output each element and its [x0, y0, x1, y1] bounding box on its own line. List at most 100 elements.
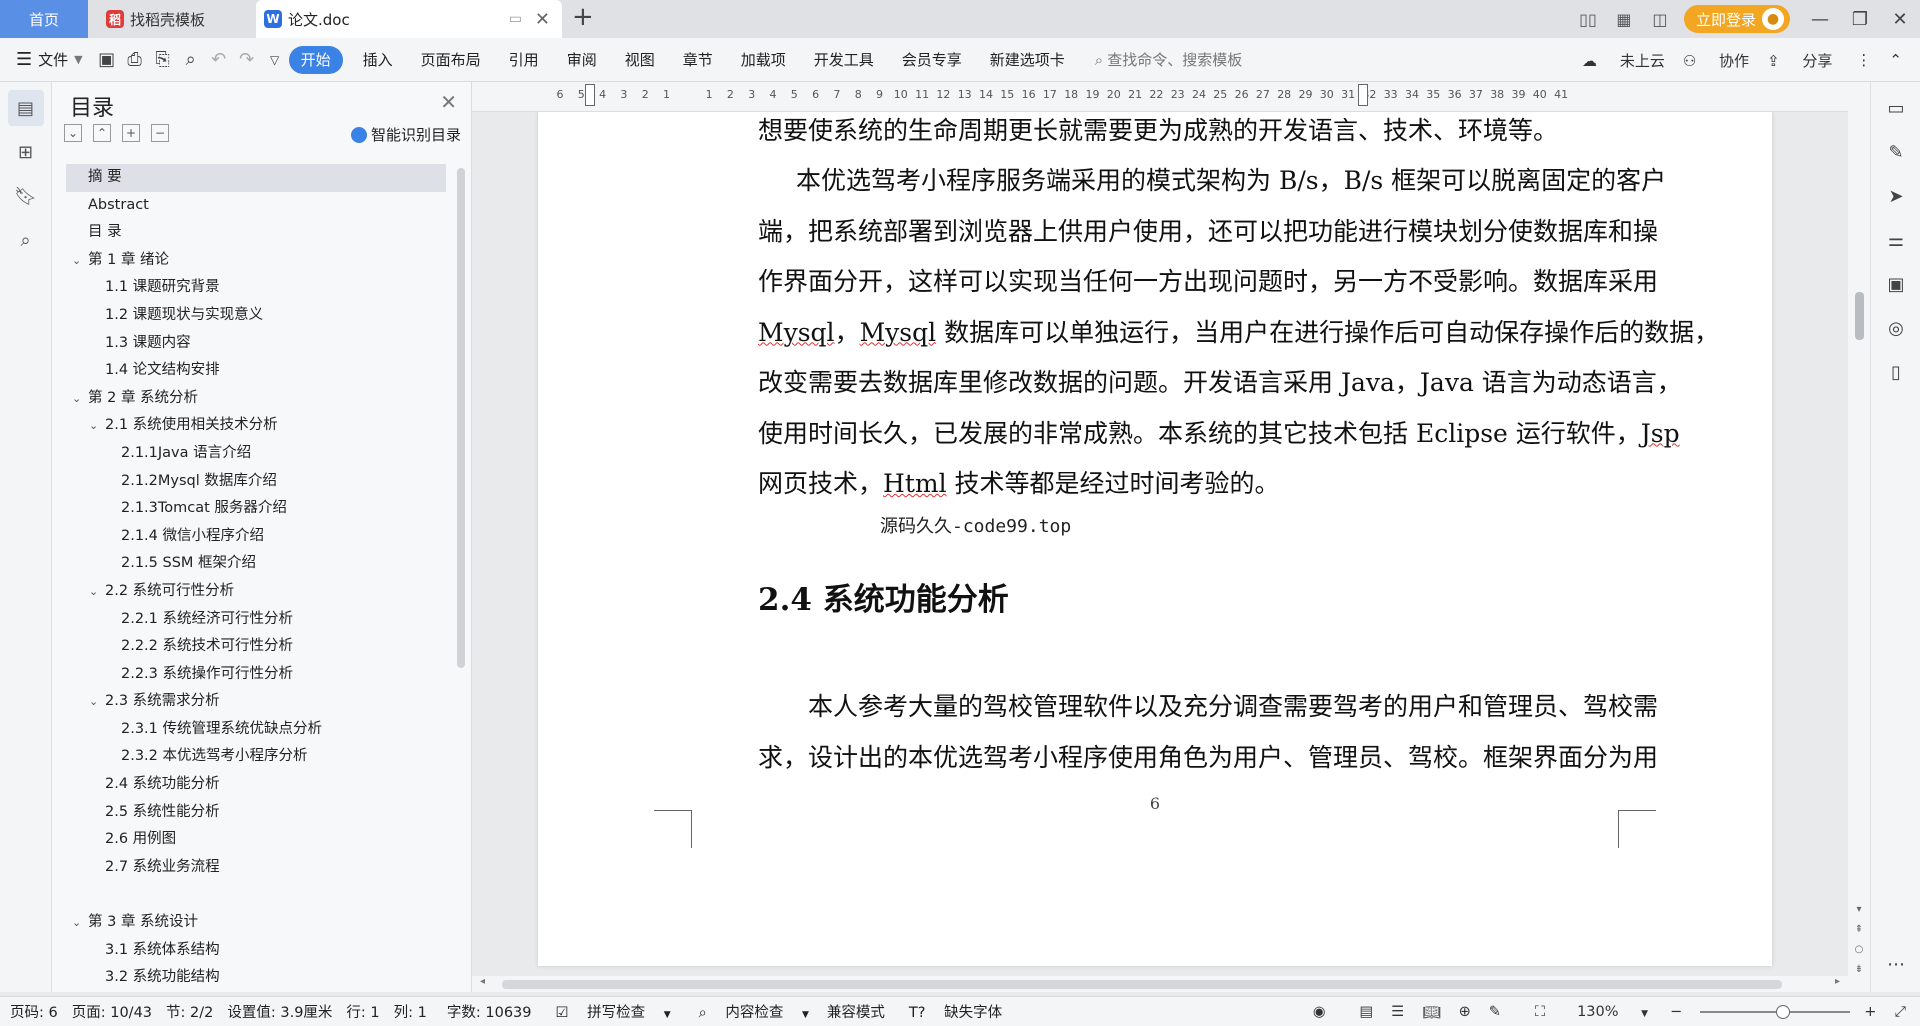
- menu-tab-developer[interactable]: 开发工具: [800, 49, 888, 70]
- vertical-scrollbar[interactable]: ▾ ⇞ ○ ⇟: [1848, 82, 1870, 992]
- fullscreen-icon[interactable]: ⤢: [1894, 1004, 1906, 1020]
- toc-item[interactable]: 2.7 系统业务流程: [66, 854, 446, 882]
- toc-item[interactable]: ⌄ 2.3 系统需求分析: [66, 688, 446, 716]
- toc-item[interactable]: ⌄ 第 1 章 绪论: [66, 247, 446, 275]
- cloud-status[interactable]: ☁ 未上云: [1582, 50, 1665, 71]
- image-tool-icon[interactable]: ▣: [1871, 262, 1920, 306]
- chevron-down-icon[interactable]: ⌄: [89, 412, 98, 440]
- tab-home[interactable]: 首页: [0, 0, 88, 38]
- tab-document[interactable]: W 论文.doc ▭ ✕: [256, 0, 562, 38]
- eye-protection-icon[interactable]: ◉: [1313, 1004, 1326, 1020]
- fit-page-icon[interactable]: ⛶: [1535, 1004, 1545, 1020]
- toc-item[interactable]: 2.1.3Tomcat 服务器介绍: [66, 495, 446, 523]
- zoom-in-icon[interactable]: +: [1864, 1004, 1876, 1020]
- scroll-left-icon[interactable]: ◂: [480, 976, 485, 987]
- menu-tab-view[interactable]: 视图: [611, 49, 669, 70]
- menu-tab-member[interactable]: 会员专享: [888, 49, 976, 70]
- toc-item[interactable]: 2.3.2 本优选驾考小程序分析: [66, 743, 446, 771]
- status-setting[interactable]: 设置值: 3.9厘米: [227, 1001, 332, 1022]
- toc-item[interactable]: 2.1.4 微信小程序介绍: [66, 523, 446, 551]
- toc-item[interactable]: 2.1.5 SSM 框架介绍: [66, 550, 446, 578]
- menu-tab-new[interactable]: 新建选项卡: [976, 49, 1079, 70]
- file-menu[interactable]: ☰ 文件 ▼: [0, 49, 93, 70]
- more-tools-icon[interactable]: ⋯: [1871, 942, 1920, 986]
- chevron-down-icon[interactable]: ⌄: [89, 578, 98, 606]
- new-tab-button[interactable]: +: [572, 2, 594, 32]
- bookmark-icon[interactable]: 🔖︎: [8, 178, 44, 214]
- apps-grid-icon[interactable]: ▦: [1606, 10, 1642, 29]
- tab-find-template[interactable]: 稻 找稻壳模板: [94, 0, 254, 38]
- pin-icon[interactable]: ▭: [509, 11, 522, 27]
- toc-item[interactable]: ⌄ 第 3 章 系统设计: [66, 909, 446, 937]
- menu-tab-review[interactable]: 审阅: [553, 49, 611, 70]
- scroll-right-icon[interactable]: ▸: [1835, 976, 1840, 987]
- chevron-down-icon[interactable]: ⌄: [72, 385, 81, 413]
- misspelled-word[interactable]: Jsp: [1641, 419, 1680, 448]
- find-icon[interactable]: ⌕: [8, 222, 44, 258]
- horizontal-scroll-thumb[interactable]: [502, 980, 1782, 989]
- toc-item[interactable]: 2.2.2 系统技术可行性分析: [66, 633, 446, 661]
- login-button[interactable]: 立即登录 ●: [1683, 5, 1790, 33]
- close-window-icon[interactable]: ✕: [1880, 9, 1920, 30]
- right-indent-marker[interactable]: [1358, 84, 1368, 106]
- spell-check-button[interactable]: ☑ 拼写检查 ▼: [546, 1001, 675, 1022]
- toc-item[interactable]: 1.3 课题内容: [66, 330, 446, 358]
- toc-item[interactable]: 2.3.1 传统管理系统优缺点分析: [66, 716, 446, 744]
- expand-all-icon[interactable]: ⌄: [64, 124, 82, 142]
- toc-item[interactable]: 3.1 系统体系结构: [66, 937, 446, 965]
- status-pages[interactable]: 页面: 10/43: [72, 1001, 152, 1022]
- toc-item[interactable]: 2.5 系统性能分析: [66, 799, 446, 827]
- misspelled-word[interactable]: Mysql: [860, 318, 937, 347]
- collapse-all-icon[interactable]: ⌃: [93, 124, 111, 142]
- layout-icon[interactable]: ▯▯: [1570, 10, 1606, 29]
- toc-item[interactable]: 2.4 系统功能分析: [66, 771, 446, 799]
- chapter-icon[interactable]: ⊞: [8, 134, 44, 170]
- reading-view-icon[interactable]: 📖︎: [1422, 1004, 1440, 1021]
- toc-item[interactable]: ⌄ 第 2 章 系统分析: [66, 385, 446, 413]
- undo-icon[interactable]: ↶: [205, 49, 233, 70]
- web-view-icon[interactable]: ⊕: [1459, 1004, 1471, 1020]
- misspelled-word[interactable]: Mysql: [758, 318, 835, 347]
- status-row[interactable]: 行: 1: [346, 1001, 379, 1022]
- pen-view-icon[interactable]: ✎: [1489, 1004, 1501, 1020]
- content-check-button[interactable]: ⌕ 内容检查 ▼: [689, 1001, 813, 1022]
- collapse-ribbon-icon[interactable]: ⌃: [1889, 51, 1902, 69]
- toc-item[interactable]: 1.1 课题研究背景: [66, 274, 446, 302]
- horizontal-ruler[interactable]: 6 5 4 3 2 1 1 2 3 4 5 6 7 8 9 10 11 12 13 14 15 16 17 18 19 20 21 2…: [472, 82, 1848, 112]
- zoom-out-icon[interactable]: −: [1670, 1004, 1682, 1020]
- toc-panel-icon[interactable]: ▤: [7, 90, 44, 126]
- toc-item[interactable]: 2.1.1Java 语言介绍: [66, 440, 446, 468]
- toc-item[interactable]: 2.1.2Mysql 数据库介绍: [66, 468, 446, 496]
- more-icon[interactable]: ⋮: [1856, 51, 1871, 69]
- menu-tab-layout[interactable]: 页面布局: [407, 49, 495, 70]
- outline-view-icon[interactable]: ☰: [1391, 1004, 1404, 1020]
- status-page-code[interactable]: 页码: 6: [10, 1001, 58, 1022]
- menu-tab-addins[interactable]: 加载项: [727, 49, 800, 70]
- next-page-icon[interactable]: ⇟: [1848, 960, 1870, 980]
- adjust-sliders-icon[interactable]: ⚌: [1871, 218, 1920, 262]
- toc-item[interactable]: 3.2 系统功能结构: [66, 964, 446, 992]
- toc-item[interactable]: [66, 881, 446, 909]
- add-level-icon[interactable]: +: [122, 124, 140, 142]
- command-search[interactable]: ⌕ 查找命令、搜索模板: [1095, 49, 1242, 70]
- select-pointer-icon[interactable]: ➤: [1871, 174, 1920, 218]
- status-section[interactable]: 节: 2/2: [166, 1001, 213, 1022]
- handle-icon[interactable]: ▭: [1871, 86, 1920, 130]
- toc-item[interactable]: ⌄ 2.2 系统可行性分析: [66, 578, 446, 606]
- close-tab-icon[interactable]: ✕: [535, 9, 550, 30]
- skin-icon[interactable]: ◫: [1642, 10, 1678, 29]
- toc-item[interactable]: 1.4 论文结构安排: [66, 357, 446, 385]
- smart-toc-button[interactable]: 智能识别目录: [350, 124, 461, 145]
- minimize-icon[interactable]: —: [1800, 9, 1840, 30]
- chevron-down-icon[interactable]: ⌄: [72, 247, 81, 275]
- menu-tab-start[interactable]: 开始: [288, 45, 343, 74]
- save-icon[interactable]: ▣: [93, 49, 121, 70]
- menu-tab-insert[interactable]: 插入: [349, 49, 407, 70]
- toc-item[interactable]: 摘 要: [66, 164, 446, 192]
- misspelled-word[interactable]: Html: [883, 469, 947, 498]
- zoom-value[interactable]: 130% ▼: [1563, 1004, 1652, 1020]
- missing-font-button[interactable]: T? 缺失字体: [899, 1001, 1006, 1022]
- horizontal-scrollbar[interactable]: ◂ ▸: [472, 976, 1848, 992]
- indent-marker[interactable]: [585, 84, 595, 106]
- reader-icon[interactable]: ▯: [1871, 350, 1920, 394]
